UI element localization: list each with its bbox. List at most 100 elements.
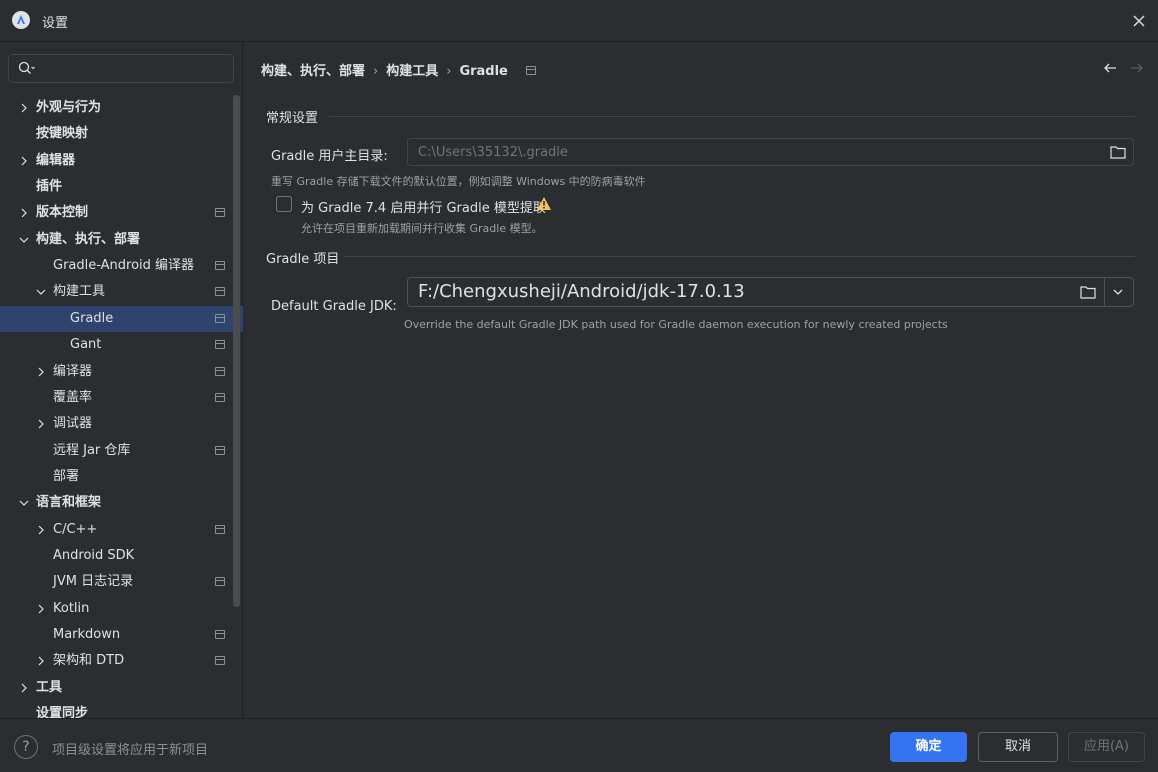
chevron-right-icon[interactable] — [19, 103, 29, 113]
breadcrumb-separator: › — [373, 64, 379, 79]
project-level-icon — [525, 66, 536, 75]
cancel-button[interactable]: 取消 — [978, 732, 1058, 762]
gradle-user-home-value: C:\Users\35132\.gradle — [418, 145, 568, 160]
sidebar-item[interactable]: 插件 — [0, 174, 243, 200]
default-gradle-jdk-value: F:/Chengxusheji/Android/jdk-17.0.13 — [418, 281, 745, 302]
settings-main-panel: 构建、执行、部署 › 构建工具 › Gradle 常规设置 Gradle 用户主目录: … — [244, 43, 1158, 718]
sidebar-item[interactable]: 部署 — [0, 464, 243, 490]
sidebar-item[interactable]: Android SDK — [0, 543, 243, 569]
sidebar-item-label: Android SDK — [53, 548, 135, 563]
close-button[interactable] — [1128, 10, 1150, 32]
gradle-user-home-field[interactable]: C:\Users\35132\.gradle — [407, 138, 1134, 166]
sidebar-item[interactable]: 工具 — [0, 675, 243, 701]
chevron-right-icon[interactable] — [19, 156, 29, 166]
back-button[interactable] — [1102, 60, 1118, 76]
sidebar-item[interactable]: 覆盖率 — [0, 385, 243, 411]
chevron-down-icon[interactable] — [1111, 286, 1125, 298]
chevron-down-icon[interactable] — [36, 287, 46, 297]
sidebar-item[interactable]: 按键映射 — [0, 121, 243, 147]
forward-button[interactable] — [1129, 60, 1145, 76]
settings-tree: 外观与行为按键映射编辑器插件版本控制构建、执行、部署 Gradle-Android… — [0, 95, 243, 718]
sidebar-item-label: 外观与行为 — [36, 100, 102, 115]
sidebar-item-label: Gradle — [70, 311, 114, 326]
chevron-right-icon[interactable] — [36, 367, 46, 377]
parallel-model-fetch-label[interactable]: 为 Gradle 7.4 启用并行 Gradle 模型提取 — [301, 197, 546, 216]
sidebar-item-label: 编译器 — [53, 364, 93, 379]
arrow-right-icon — [1131, 63, 1143, 73]
chevron-right-icon[interactable] — [19, 208, 29, 218]
chevron-right-icon[interactable] — [36, 525, 46, 535]
project-level-icon — [215, 367, 225, 376]
project-level-icon — [215, 656, 225, 665]
sidebar-item-label: 编辑器 — [36, 153, 76, 168]
breadcrumb-item[interactable]: 构建工具 — [386, 60, 438, 79]
project-level-icon — [215, 340, 225, 349]
sidebar-item[interactable]: 编译器 — [0, 359, 243, 385]
breadcrumb-item[interactable]: 构建、执行、部署 — [261, 60, 365, 79]
chevron-right-icon[interactable] — [36, 604, 46, 614]
sidebar-item[interactable]: 远程 Jar 仓库 — [0, 438, 243, 464]
chevron-down-icon[interactable] — [19, 498, 29, 508]
sidebar-item[interactable]: Kotlin — [0, 596, 243, 622]
project-level-icon — [215, 287, 225, 296]
sidebar-scrollbar[interactable] — [233, 95, 240, 607]
sidebar-item[interactable]: Markdown — [0, 622, 243, 648]
sidebar-item-label: C/C++ — [53, 522, 98, 537]
settings-sidebar: 外观与行为按键映射编辑器插件版本控制构建、执行、部署 Gradle-Android… — [0, 43, 243, 718]
arrow-left-icon — [1104, 63, 1116, 73]
project-level-icon — [215, 446, 225, 455]
project-level-icon — [215, 525, 225, 534]
search-input[interactable] — [8, 54, 234, 83]
chevron-down-icon[interactable] — [19, 235, 29, 245]
sidebar-item-label: 插件 — [36, 179, 63, 194]
title-bar: 设置 — [0, 0, 1158, 42]
sidebar-item-label: Kotlin — [53, 601, 90, 616]
window-title: 设置 — [42, 16, 69, 31]
sidebar-item-label: 按键映射 — [36, 126, 89, 141]
sidebar-item[interactable]: 版本控制 — [0, 200, 243, 226]
section-divider — [329, 116, 1135, 117]
sidebar-item[interactable]: Gradle-Android 编译器 — [0, 253, 243, 279]
footer-hint: 项目级设置将应用于新项目 — [52, 743, 209, 758]
sidebar-item-label: 工具 — [36, 680, 63, 695]
android-studio-logo-icon — [12, 11, 30, 29]
gradle-user-home-hint: 重写 Gradle 存储下载文件的默认位置，例如调整 Windows 中的防病毒… — [271, 175, 646, 188]
sidebar-item[interactable]: 架构和 DTD — [0, 648, 243, 674]
ok-button[interactable]: 确定 — [890, 732, 967, 762]
sidebar-item[interactable]: JVM 日志记录 — [0, 569, 243, 595]
sidebar-item-label: 调试器 — [53, 416, 93, 431]
project-level-icon — [215, 208, 225, 217]
sidebar-item[interactable]: C/C++ — [0, 517, 243, 543]
section-title-general: 常规设置 — [266, 111, 319, 126]
chevron-right-icon[interactable] — [36, 419, 46, 429]
folder-icon[interactable] — [1080, 285, 1096, 299]
sidebar-item-label: 版本控制 — [36, 205, 89, 220]
chevron-right-icon[interactable] — [19, 683, 29, 693]
chevron-right-icon[interactable] — [36, 656, 46, 666]
sidebar-item[interactable]: 编辑器 — [0, 148, 243, 174]
sidebar-item-label: 覆盖率 — [53, 390, 93, 405]
sidebar-item[interactable]: 语言和框架 — [0, 490, 243, 516]
sidebar-item[interactable]: 调试器 — [0, 411, 243, 437]
project-level-icon — [215, 393, 225, 402]
section-title-gradle-project: Gradle 项目 — [266, 252, 340, 267]
gradle-user-home-label: Gradle 用户主目录: — [271, 149, 388, 164]
sidebar-item[interactable]: Gant — [0, 332, 243, 358]
sidebar-item[interactable]: 外观与行为 — [0, 95, 243, 121]
parallel-model-fetch-checkbox[interactable] — [276, 196, 292, 212]
sidebar-item-label: 构建、执行、部署 — [36, 232, 141, 247]
section-divider — [344, 256, 1135, 257]
folder-icon[interactable] — [1110, 145, 1126, 159]
dialog-footer: ? 项目级设置将应用于新项目 确定 取消 应用(A) — [0, 718, 1158, 772]
sidebar-item[interactable]: 构建工具 — [0, 279, 243, 305]
sidebar-item[interactable]: 设置同步 — [0, 701, 243, 718]
default-gradle-jdk-combobox[interactable]: F:/Chengxusheji/Android/jdk-17.0.13 — [407, 277, 1134, 307]
apply-button[interactable]: 应用(A) — [1068, 732, 1145, 762]
sidebar-item-label: JVM 日志记录 — [53, 574, 134, 589]
search-icon — [18, 61, 35, 74]
sidebar-item-label: Markdown — [53, 627, 121, 642]
help-button[interactable]: ? — [14, 735, 38, 759]
sidebar-item-label: 设置同步 — [36, 706, 89, 718]
sidebar-item[interactable]: 构建、执行、部署 — [0, 227, 243, 253]
sidebar-item[interactable]: Gradle — [0, 306, 243, 332]
